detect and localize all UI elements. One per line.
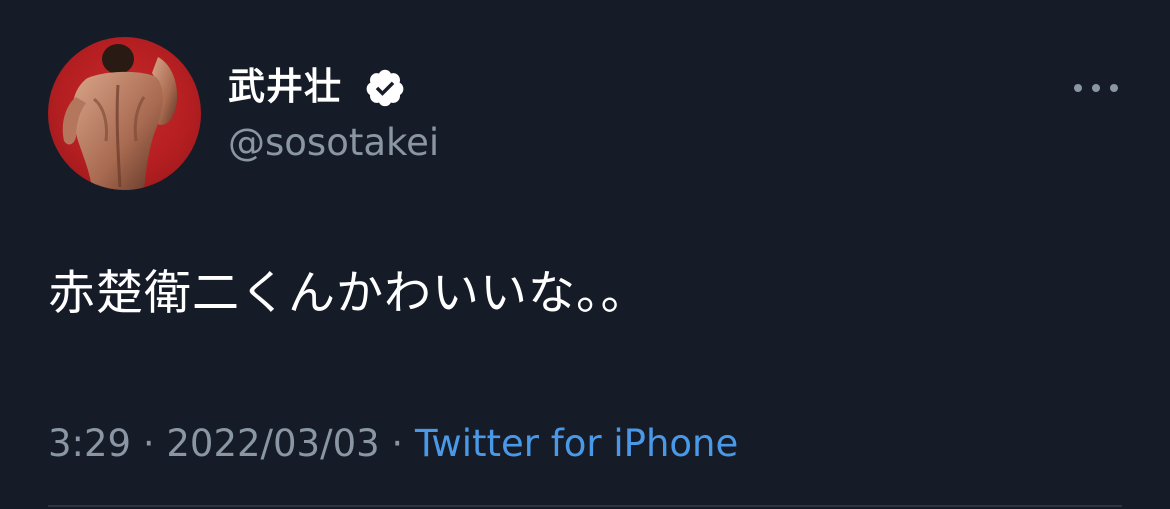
tweet-date[interactable]: 2022/03/03 <box>166 422 379 465</box>
meta-separator: · <box>131 422 167 465</box>
more-horizontal-icon[interactable] <box>1068 70 1124 106</box>
tweet-metadata: 3:29 · 2022/03/03 · Twitter for iPhone <box>48 419 738 469</box>
tweet-time[interactable]: 3:29 <box>48 422 131 465</box>
verified-badge-icon <box>366 69 404 107</box>
tweet-source-link[interactable]: Twitter for iPhone <box>415 422 738 465</box>
avatar[interactable] <box>48 37 201 190</box>
author-display-name[interactable]: 武井壮 <box>228 62 342 112</box>
meta-separator-2: · <box>379 422 415 465</box>
tweet-text: 赤楚衛二くんかわいいな。。 <box>48 266 649 321</box>
author-handle[interactable]: @sosotakei <box>228 118 439 168</box>
avatar-image <box>62 44 178 190</box>
divider <box>48 505 1122 507</box>
